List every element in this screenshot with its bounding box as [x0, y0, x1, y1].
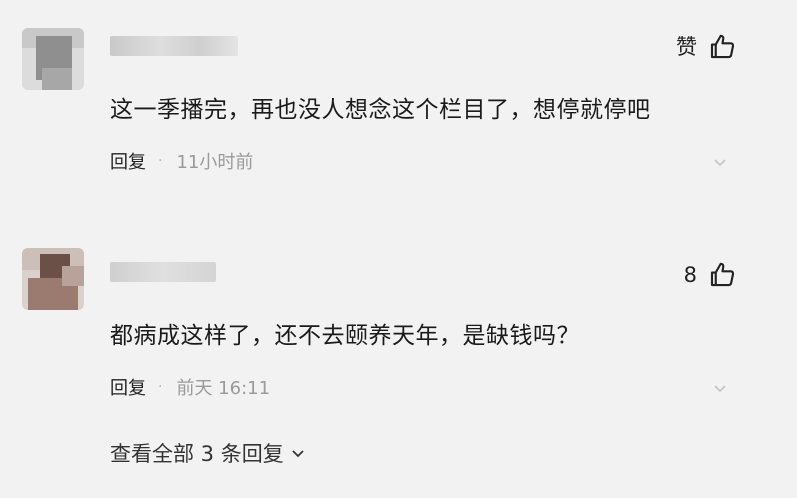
- username-redacted[interactable]: [110, 36, 238, 56]
- comment-meta: 回复 · 前天 16:11: [110, 374, 270, 400]
- like-count: 赞: [676, 34, 697, 59]
- chevron-down-icon[interactable]: [713, 156, 727, 170]
- reply-button[interactable]: 回复: [110, 374, 146, 400]
- comment-text: 这一季播完，再也没人想念这个栏目了，想停就停吧: [110, 97, 651, 123]
- avatar[interactable]: [22, 28, 84, 90]
- chevron-down-icon[interactable]: [713, 382, 727, 396]
- separator-dot: ·: [158, 379, 163, 395]
- comment-time: 前天 16:11: [176, 378, 271, 399]
- separator-dot: ·: [158, 153, 163, 169]
- avatar[interactable]: [22, 248, 84, 310]
- like-count: 8: [683, 262, 697, 287]
- thumb-up-icon: [710, 34, 735, 59]
- like-button[interactable]: 8: [684, 260, 737, 290]
- like-button[interactable]: 赞: [676, 32, 737, 62]
- chevron-down-icon: [292, 450, 304, 458]
- thumb-up-icon: [710, 262, 735, 287]
- view-replies-label: 查看全部 3 条回复: [110, 442, 284, 466]
- comment-text: 都病成这样了，还不去颐养天年，是缺钱吗？: [110, 323, 580, 349]
- view-all-replies-link[interactable]: 查看全部 3 条回复: [110, 438, 306, 468]
- username-redacted[interactable]: [110, 262, 216, 282]
- reply-button[interactable]: 回复: [110, 148, 146, 174]
- comment-meta: 回复 · 11小时前: [110, 148, 253, 174]
- comment-time: 11小时前: [176, 152, 254, 173]
